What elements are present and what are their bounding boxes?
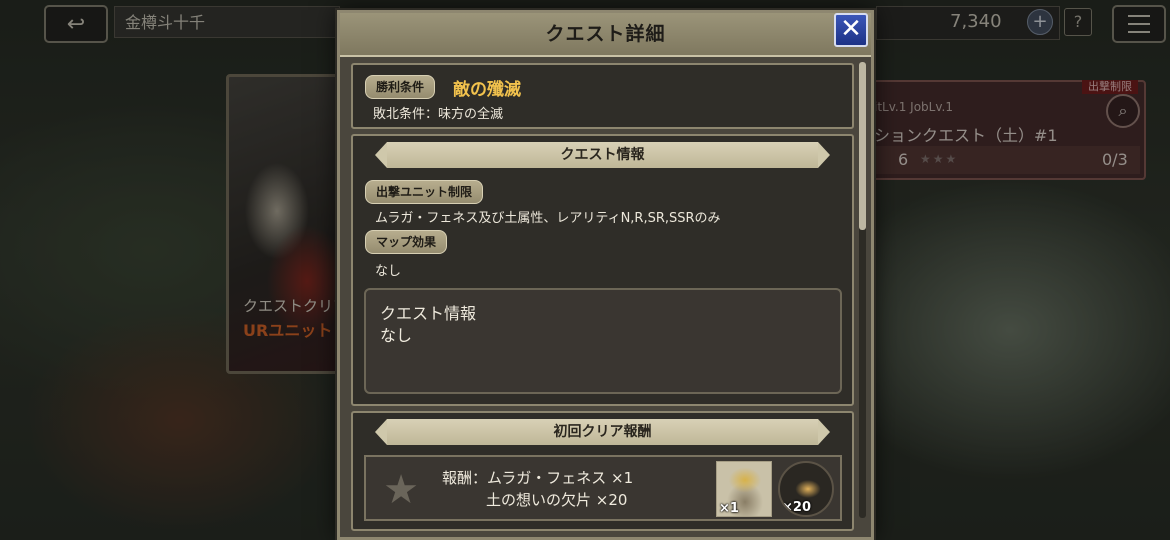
reward-row: ★ 報酬：ムラガ・フェネス ×1 土の想いの欠片 ×20 ×1 ×20 — [364, 455, 842, 521]
dialog-scrollbar[interactable] — [859, 62, 866, 518]
quest-info-title: クエスト情報 — [380, 304, 477, 323]
first-clear-reward-header: 初回クリア報酬 — [375, 419, 830, 445]
star-icon: ★ — [383, 467, 419, 513]
conditions-panel: 勝利条件 敵の殲滅 敗北条件：味方の全滅 — [351, 63, 854, 129]
quest-info-body: なし — [380, 326, 413, 345]
reward-shard-icon[interactable]: ×20 — [778, 461, 834, 517]
quest-info-header: クエスト情報 — [375, 142, 830, 168]
map-effect-text: なし — [375, 264, 402, 279]
sortie-limit-label: 出撃ユニット制限 — [365, 180, 484, 204]
quest-info-box: クエスト情報 なし — [364, 288, 842, 394]
victory-condition-label: 勝利条件 — [365, 75, 436, 99]
reward-line-2: 土の想いの欠片 ×20 — [486, 491, 628, 509]
reward-unit-icon[interactable]: ×1 — [716, 461, 772, 517]
reward-line-1: 報酬：ムラガ・フェネス ×1 — [442, 469, 634, 487]
quest-info-panel: クエスト情報 出撃ユニット制限 ムラガ・フェネス及び土属性、レアリティN,R,S… — [351, 134, 854, 406]
close-button[interactable]: ✕ — [834, 13, 868, 47]
reward-unit-qty: ×1 — [719, 501, 739, 516]
defeat-condition-text: 敗北条件：味方の全滅 — [373, 107, 504, 122]
sortie-limit-text: ムラガ・フェネス及び土属性、レアリティN,R,SR,SSRのみ — [375, 211, 721, 226]
scrollbar-thumb[interactable] — [859, 62, 866, 230]
quest-detail-dialog: クエスト詳細 勝利条件 敵の殲滅 敗北条件：味方の全滅 クエスト情報 出撃ユニッ… — [337, 10, 874, 540]
reward-shard-qty: ×20 — [782, 500, 811, 515]
dialog-title: クエスト詳細 — [545, 23, 666, 45]
first-clear-reward-panel: 初回クリア報酬 ★ 報酬：ムラガ・フェネス ×1 土の想いの欠片 ×20 ×1 … — [351, 411, 854, 531]
close-icon: ✕ — [840, 14, 862, 44]
victory-condition-text: 敵の殲滅 — [453, 80, 521, 100]
map-effect-label: マップ効果 — [365, 230, 448, 254]
dialog-header: クエスト詳細 — [340, 13, 871, 57]
